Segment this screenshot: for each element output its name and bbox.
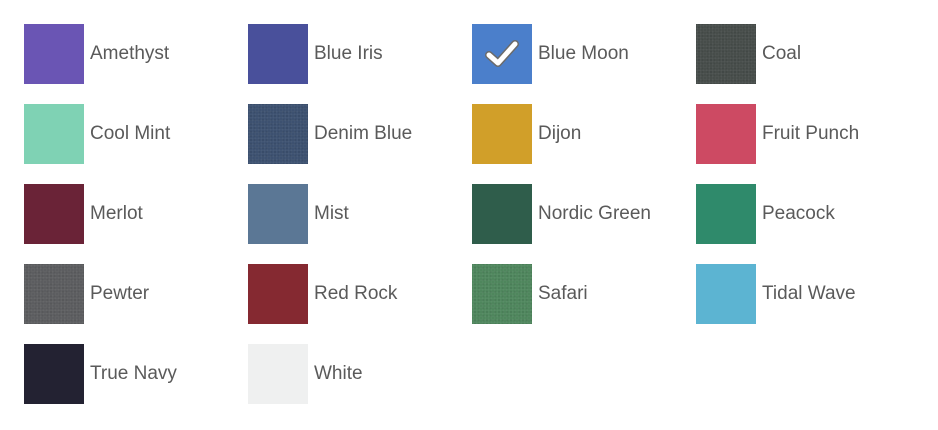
color-option-label: Mist — [314, 203, 349, 224]
color-option-amethyst[interactable]: Amethyst — [24, 24, 244, 84]
color-option-cool-mint[interactable]: Cool Mint — [24, 104, 244, 164]
color-option-dijon[interactable]: Dijon — [472, 104, 692, 164]
color-swatch[interactable] — [24, 264, 84, 324]
color-option-nordic-green[interactable]: Nordic Green — [472, 184, 692, 244]
color-swatch[interactable] — [472, 104, 532, 164]
color-option-red-rock[interactable]: Red Rock — [248, 264, 468, 324]
color-option-label: Nordic Green — [538, 203, 651, 224]
color-option-mist[interactable]: Mist — [248, 184, 468, 244]
color-swatch[interactable] — [248, 344, 308, 404]
color-option-blue-moon[interactable]: Blue Moon — [472, 24, 692, 84]
color-swatch[interactable] — [472, 264, 532, 324]
color-option-label: Cool Mint — [90, 123, 171, 144]
color-option-label: Blue Moon — [538, 43, 629, 64]
color-swatch[interactable] — [248, 264, 308, 324]
checkmark-icon — [485, 40, 519, 67]
color-option-label: Red Rock — [314, 283, 398, 304]
color-swatch[interactable] — [248, 184, 308, 244]
color-swatch[interactable] — [696, 24, 756, 84]
color-option-label: Blue Iris — [314, 43, 383, 64]
color-option-true-navy[interactable]: True Navy — [24, 344, 244, 404]
color-swatch[interactable] — [248, 24, 308, 84]
color-swatch[interactable] — [696, 104, 756, 164]
color-option-denim-blue[interactable]: Denim Blue — [248, 104, 468, 164]
color-option-blue-iris[interactable]: Blue Iris — [248, 24, 468, 84]
color-option-label: Fruit Punch — [762, 123, 860, 144]
color-swatch[interactable] — [696, 184, 756, 244]
color-option-fruit-punch[interactable]: Fruit Punch — [696, 104, 916, 164]
color-option-label: Safari — [538, 283, 588, 304]
color-swatch[interactable] — [24, 104, 84, 164]
color-swatch[interactable] — [472, 24, 532, 84]
color-option-label: True Navy — [90, 363, 177, 384]
color-option-merlot[interactable]: Merlot — [24, 184, 244, 244]
color-swatch[interactable] — [472, 184, 532, 244]
color-option-label: Amethyst — [90, 43, 170, 64]
color-swatch[interactable] — [24, 24, 84, 84]
color-option-label: White — [314, 363, 363, 384]
color-option-white[interactable]: White — [248, 344, 468, 404]
color-option-coal[interactable]: Coal — [696, 24, 916, 84]
color-swatch[interactable] — [24, 344, 84, 404]
color-option-label: Peacock — [762, 203, 835, 224]
color-option-label: Tidal Wave — [762, 283, 856, 304]
color-swatch[interactable] — [248, 104, 308, 164]
color-option-tidal-wave[interactable]: Tidal Wave — [696, 264, 916, 324]
color-option-label: Dijon — [538, 123, 582, 144]
color-option-pewter[interactable]: Pewter — [24, 264, 244, 324]
color-option-peacock[interactable]: Peacock — [696, 184, 916, 244]
color-swatch[interactable] — [696, 264, 756, 324]
color-option-label: Pewter — [90, 283, 150, 304]
color-option-label: Merlot — [90, 203, 143, 224]
color-swatch-grid: Amethyst Blue Iris Blue Moon Coal Cool Mint D… — [0, 0, 938, 430]
color-option-safari[interactable]: Safari — [472, 264, 692, 324]
color-swatch[interactable] — [24, 184, 84, 244]
color-option-label: Denim Blue — [314, 123, 413, 144]
color-option-label: Coal — [762, 43, 802, 64]
